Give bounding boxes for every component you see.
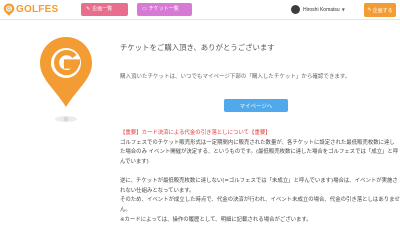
pen-icon: ✎: [86, 6, 91, 12]
create-event-button[interactable]: ✎ 企画する: [364, 3, 396, 17]
nav-tickets-label: チケット一覧: [148, 6, 179, 12]
golfes-logo[interactable]: G GOLFES: [3, 2, 63, 17]
pen-icon: ✎: [367, 7, 372, 13]
mypage-button[interactable]: マイページへ: [224, 99, 288, 112]
nav-tickets-button[interactable]: ▭ チケット一覧: [137, 3, 192, 16]
nav-events-label: 企画一覧: [92, 6, 113, 12]
user-menu[interactable]: Hiroshi Komatsu ▼: [291, 3, 345, 16]
payment-notice: 【重要】カード決済による代金の引き落としについて【重要】 ゴルフェスでのチケット…: [120, 129, 400, 225]
chevron-down-icon: ▼: [341, 7, 345, 12]
logo-text: GOLFES: [16, 4, 59, 15]
top-navigation-bar: G GOLFES ✎ 企画一覧 ▭ チケット一覧 Hiroshi Komatsu…: [0, 0, 400, 20]
golf-pin-logo-icon: G: [3, 3, 15, 16]
nav-events-button[interactable]: ✎ 企画一覧: [81, 3, 128, 16]
avatar: [291, 5, 300, 14]
notice-title: 【重要】カード決済による代金の引き落としについて【重要】: [120, 130, 271, 136]
notice-paragraph: 逆に、チケットが最低販売枚数に達しない(=ゴルフェスでは「未成立」と呼んでいます…: [120, 177, 398, 194]
notice-paragraph: ゴルフェスでのチケット販売形式は一定期間内に販売された数量が、各チケットに設定さ…: [120, 139, 399, 166]
purchase-description: 購入頂いたチケットは、いつでもマイページ下部の「購入したチケット」から確認できま…: [120, 74, 351, 80]
ticket-icon: ▭: [142, 6, 147, 12]
user-name: Hiroshi Komatsu: [303, 6, 340, 13]
page-title: チケットをご購入頂き、ありがとうございます: [120, 43, 275, 52]
create-event-label: 企画する: [372, 7, 393, 14]
svg-text:G: G: [7, 6, 11, 12]
notice-paragraph: ※カードによっては、操作の履歴として、明細に記載される場合がございます。: [120, 216, 312, 223]
notice-paragraph: そのため、イベントが成立した時点で、代金の決済が行われ、イベント未成立の場合、代…: [120, 197, 400, 213]
golfes-pin-illustration-icon: [40, 37, 92, 122]
